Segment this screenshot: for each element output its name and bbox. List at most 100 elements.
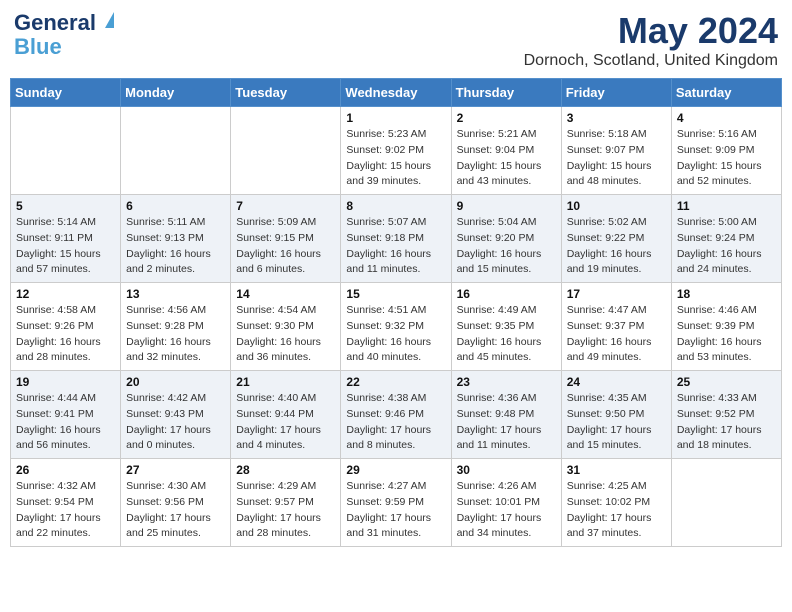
calendar-week-row: 12 Sunrise: 4:58 AMSunset: 9:26 PMDayligh… <box>11 283 782 371</box>
day-number: 19 <box>16 375 115 389</box>
logo: General Blue <box>14 10 96 60</box>
calendar-cell: 24 Sunrise: 4:35 AMSunset: 9:50 PMDayligh… <box>561 371 671 459</box>
calendar-cell: 15 Sunrise: 4:51 AMSunset: 9:32 PMDayligh… <box>341 283 451 371</box>
day-number: 18 <box>677 287 776 301</box>
day-info: Sunrise: 5:16 AMSunset: 9:09 PMDaylight:… <box>677 127 776 190</box>
page-header: General Blue May 2024 Dornoch, Scotland,… <box>10 10 782 70</box>
calendar-cell: 11 Sunrise: 5:00 AMSunset: 9:24 PMDayligh… <box>671 195 781 283</box>
page-title: May 2024 <box>524 10 778 52</box>
weekday-wednesday: Wednesday <box>341 79 451 107</box>
calendar-cell <box>231 107 341 195</box>
calendar-cell: 16 Sunrise: 4:49 AMSunset: 9:35 PMDayligh… <box>451 283 561 371</box>
calendar-cell <box>11 107 121 195</box>
calendar-cell: 22 Sunrise: 4:38 AMSunset: 9:46 PMDayligh… <box>341 371 451 459</box>
day-info: Sunrise: 5:09 AMSunset: 9:15 PMDaylight:… <box>236 215 335 278</box>
day-info: Sunrise: 4:26 AMSunset: 10:01 PMDaylight… <box>457 479 556 542</box>
calendar-week-row: 26 Sunrise: 4:32 AMSunset: 9:54 PMDayligh… <box>11 459 782 547</box>
day-info: Sunrise: 5:02 AMSunset: 9:22 PMDaylight:… <box>567 215 666 278</box>
day-number: 20 <box>126 375 225 389</box>
day-info: Sunrise: 4:51 AMSunset: 9:32 PMDaylight:… <box>346 303 445 366</box>
day-info: Sunrise: 4:36 AMSunset: 9:48 PMDaylight:… <box>457 391 556 454</box>
day-info: Sunrise: 5:00 AMSunset: 9:24 PMDaylight:… <box>677 215 776 278</box>
day-number: 27 <box>126 463 225 477</box>
calendar-cell: 30 Sunrise: 4:26 AMSunset: 10:01 PMDaylig… <box>451 459 561 547</box>
day-number: 5 <box>16 199 115 213</box>
day-info: Sunrise: 4:27 AMSunset: 9:59 PMDaylight:… <box>346 479 445 542</box>
day-number: 12 <box>16 287 115 301</box>
day-number: 11 <box>677 199 776 213</box>
day-info: Sunrise: 4:32 AMSunset: 9:54 PMDaylight:… <box>16 479 115 542</box>
calendar-cell: 21Sunrise: 4:40 AMSunset: 9:44 PMDayligh… <box>231 371 341 459</box>
logo-triangle-icon <box>105 12 114 28</box>
calendar-cell: 7Sunrise: 5:09 AMSunset: 9:15 PMDaylight… <box>231 195 341 283</box>
calendar-cell: 25 Sunrise: 4:33 AMSunset: 9:52 PMDayligh… <box>671 371 781 459</box>
weekday-sunday: Sunday <box>11 79 121 107</box>
calendar-cell: 28Sunrise: 4:29 AMSunset: 9:57 PMDayligh… <box>231 459 341 547</box>
weekday-saturday: Saturday <box>671 79 781 107</box>
day-info: Sunrise: 5:14 AMSunset: 9:11 PMDaylight:… <box>16 215 115 278</box>
weekday-friday: Friday <box>561 79 671 107</box>
day-number: 25 <box>677 375 776 389</box>
day-number: 3 <box>567 111 666 125</box>
weekday-header-row: SundayMondayTuesdayWednesdayThursdayFrid… <box>11 79 782 107</box>
day-info: Sunrise: 4:38 AMSunset: 9:46 PMDaylight:… <box>346 391 445 454</box>
calendar-cell: 5 Sunrise: 5:14 AMSunset: 9:11 PMDaylight… <box>11 195 121 283</box>
day-info: Sunrise: 4:33 AMSunset: 9:52 PMDaylight:… <box>677 391 776 454</box>
day-number: 17 <box>567 287 666 301</box>
day-info: Sunrise: 4:46 AMSunset: 9:39 PMDaylight:… <box>677 303 776 366</box>
day-number: 14 <box>236 287 335 301</box>
day-number: 2 <box>457 111 556 125</box>
day-info: Sunrise: 4:40 AMSunset: 9:44 PMDaylight:… <box>236 391 335 454</box>
calendar-cell <box>671 459 781 547</box>
day-info: Sunrise: 5:11 AMSunset: 9:13 PMDaylight:… <box>126 215 225 278</box>
day-number: 22 <box>346 375 445 389</box>
calendar-week-row: 5 Sunrise: 5:14 AMSunset: 9:11 PMDaylight… <box>11 195 782 283</box>
day-number: 16 <box>457 287 556 301</box>
calendar-cell: 27 Sunrise: 4:30 AMSunset: 9:56 PMDayligh… <box>121 459 231 547</box>
title-block: May 2024 Dornoch, Scotland, United Kingd… <box>524 10 778 70</box>
day-number: 1 <box>346 111 445 125</box>
day-number: 24 <box>567 375 666 389</box>
day-info: Sunrise: 5:23 AMSunset: 9:02 PMDaylight:… <box>346 127 445 190</box>
day-info: Sunrise: 4:42 AMSunset: 9:43 PMDaylight:… <box>126 391 225 454</box>
day-info: Sunrise: 5:18 AMSunset: 9:07 PMDaylight:… <box>567 127 666 190</box>
day-info: Sunrise: 4:54 AMSunset: 9:30 PMDaylight:… <box>236 303 335 366</box>
calendar-cell: 8Sunrise: 5:07 AMSunset: 9:18 PMDaylight… <box>341 195 451 283</box>
logo-general: General <box>14 10 96 35</box>
day-number: 10 <box>567 199 666 213</box>
day-info: Sunrise: 4:29 AMSunset: 9:57 PMDaylight:… <box>236 479 335 542</box>
calendar-cell: 4Sunrise: 5:16 AMSunset: 9:09 PMDaylight… <box>671 107 781 195</box>
calendar-cell: 10 Sunrise: 5:02 AMSunset: 9:22 PMDayligh… <box>561 195 671 283</box>
calendar-cell: 14 Sunrise: 4:54 AMSunset: 9:30 PMDayligh… <box>231 283 341 371</box>
calendar-cell: 29 Sunrise: 4:27 AMSunset: 9:59 PMDayligh… <box>341 459 451 547</box>
calendar-cell: 18 Sunrise: 4:46 AMSunset: 9:39 PMDayligh… <box>671 283 781 371</box>
day-info: Sunrise: 5:21 AMSunset: 9:04 PMDaylight:… <box>457 127 556 190</box>
day-number: 13 <box>126 287 225 301</box>
calendar-cell: 23Sunrise: 4:36 AMSunset: 9:48 PMDayligh… <box>451 371 561 459</box>
day-info: Sunrise: 4:58 AMSunset: 9:26 PMDaylight:… <box>16 303 115 366</box>
day-number: 15 <box>346 287 445 301</box>
calendar-cell <box>121 107 231 195</box>
day-number: 9 <box>457 199 556 213</box>
weekday-tuesday: Tuesday <box>231 79 341 107</box>
day-info: Sunrise: 4:30 AMSunset: 9:56 PMDaylight:… <box>126 479 225 542</box>
calendar-week-row: 1 Sunrise: 5:23 AMSunset: 9:02 PMDaylight… <box>11 107 782 195</box>
day-info: Sunrise: 4:56 AMSunset: 9:28 PMDaylight:… <box>126 303 225 366</box>
calendar-cell: 20 Sunrise: 4:42 AMSunset: 9:43 PMDayligh… <box>121 371 231 459</box>
page-subtitle: Dornoch, Scotland, United Kingdom <box>524 52 778 70</box>
calendar-cell: 17 Sunrise: 4:47 AMSunset: 9:37 PMDayligh… <box>561 283 671 371</box>
day-number: 30 <box>457 463 556 477</box>
day-number: 26 <box>16 463 115 477</box>
calendar-cell: 6Sunrise: 5:11 AMSunset: 9:13 PMDaylight… <box>121 195 231 283</box>
day-info: Sunrise: 4:47 AMSunset: 9:37 PMDaylight:… <box>567 303 666 366</box>
calendar-cell: 26 Sunrise: 4:32 AMSunset: 9:54 PMDayligh… <box>11 459 121 547</box>
calendar-cell: 31Sunrise: 4:25 AMSunset: 10:02 PMDaylig… <box>561 459 671 547</box>
day-number: 29 <box>346 463 445 477</box>
day-info: Sunrise: 4:49 AMSunset: 9:35 PMDaylight:… <box>457 303 556 366</box>
weekday-monday: Monday <box>121 79 231 107</box>
day-info: Sunrise: 4:35 AMSunset: 9:50 PMDaylight:… <box>567 391 666 454</box>
day-info: Sunrise: 5:04 AMSunset: 9:20 PMDaylight:… <box>457 215 556 278</box>
calendar-cell: 19Sunrise: 4:44 AMSunset: 9:41 PMDayligh… <box>11 371 121 459</box>
calendar-cell: 13 Sunrise: 4:56 AMSunset: 9:28 PMDayligh… <box>121 283 231 371</box>
calendar-cell: 12 Sunrise: 4:58 AMSunset: 9:26 PMDayligh… <box>11 283 121 371</box>
